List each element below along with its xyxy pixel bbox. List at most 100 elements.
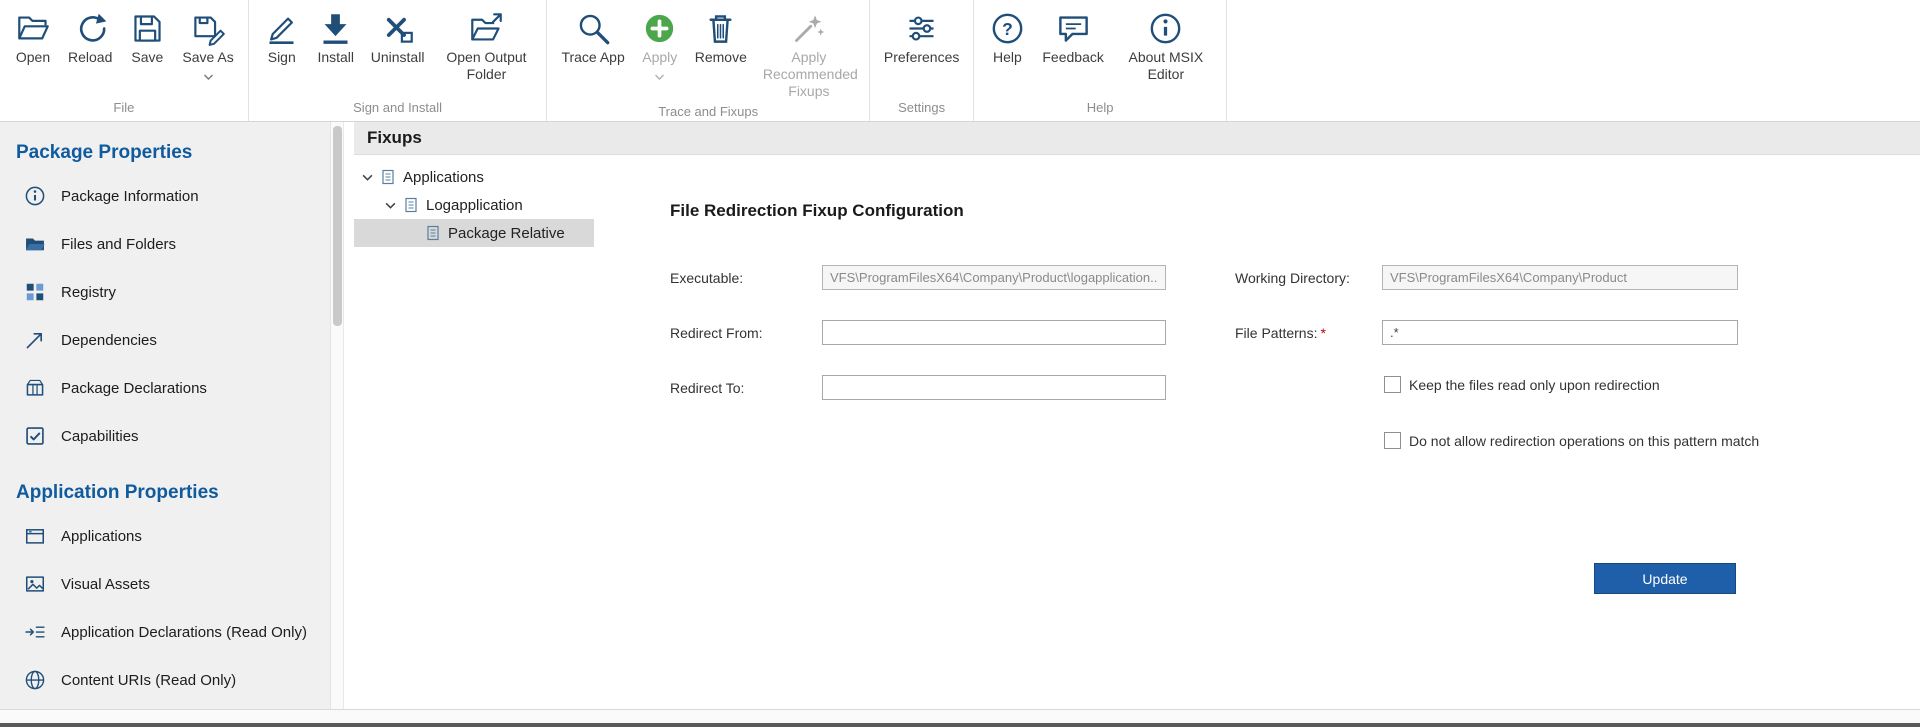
button-label: Save xyxy=(131,49,163,66)
group-label-sign-install: Sign and Install xyxy=(251,98,545,121)
ribbon-group-trace-fixups: Trace App Apply Remove xyxy=(547,0,869,121)
horizontal-scrollbar[interactable] xyxy=(0,709,1920,723)
sidebar-item-package-information[interactable]: Package Information xyxy=(16,172,330,220)
package-icon xyxy=(24,377,46,399)
about-info-icon xyxy=(1147,9,1185,47)
uninstall-x-icon xyxy=(379,9,417,47)
ribbon-group-settings: Preferences Settings xyxy=(870,0,974,121)
content-gap xyxy=(344,122,354,709)
feedback-button[interactable]: Feedback xyxy=(1034,7,1111,68)
button-label: Sign xyxy=(268,49,296,66)
save-as-button[interactable]: Save As xyxy=(174,7,241,87)
checkbox-label: Keep the files read only upon redirectio… xyxy=(1409,377,1660,393)
registry-icon xyxy=(24,281,46,303)
window-bottom-edge xyxy=(0,723,1920,727)
reload-button[interactable]: Reload xyxy=(60,7,120,68)
tree-item-label: Package Relative xyxy=(448,225,565,242)
save-button[interactable]: Save xyxy=(120,7,174,68)
button-label: Apply xyxy=(642,49,677,66)
sign-button[interactable]: Sign xyxy=(255,7,309,68)
tree-item-package-relative[interactable]: Package Relative xyxy=(354,219,594,247)
sidebar-item-label: Files and Folders xyxy=(61,236,176,253)
checkbox-box[interactable] xyxy=(1384,376,1401,393)
sidebar-item-content-uris[interactable]: Content URIs (Read Only) xyxy=(16,656,330,704)
fixups-tree: Applications Logapplication xyxy=(354,155,594,709)
tree-item-applications[interactable]: Applications xyxy=(354,163,594,191)
button-label: Preferences xyxy=(884,49,959,66)
executable-input[interactable] xyxy=(822,265,1166,290)
trace-app-button[interactable]: Trace App xyxy=(553,7,632,68)
scrollbar-thumb[interactable] xyxy=(333,126,342,326)
button-label: Install xyxy=(317,49,354,66)
button-label: About MSIX Editor xyxy=(1120,49,1212,83)
apply-button[interactable]: Apply xyxy=(633,7,687,87)
file-patterns-input[interactable] xyxy=(1382,320,1738,345)
sidebar-item-capabilities[interactable]: Capabilities xyxy=(16,412,330,460)
button-label: Uninstall xyxy=(371,49,425,66)
apply-plus-icon xyxy=(641,9,679,47)
ribbon-group-file: Open Reload Save xyxy=(0,0,249,121)
redirect-to-input[interactable] xyxy=(822,375,1166,400)
open-button[interactable]: Open xyxy=(6,7,60,68)
sliders-icon xyxy=(903,9,941,47)
globe-icon xyxy=(24,669,46,691)
chevron-down-icon[interactable] xyxy=(362,174,377,181)
working-directory-input[interactable] xyxy=(1382,265,1738,290)
sidebar-item-visual-assets[interactable]: Visual Assets xyxy=(16,560,330,608)
required-asterisk: * xyxy=(1320,325,1325,341)
sidebar-item-applications[interactable]: Applications xyxy=(16,512,330,560)
keep-read-only-checkbox[interactable]: Keep the files read only upon redirectio… xyxy=(1384,376,1660,393)
panel-title: Fixups xyxy=(354,122,1920,155)
sidebar-item-files-and-folders[interactable]: Files and Folders xyxy=(16,220,330,268)
group-label-settings: Settings xyxy=(872,98,971,121)
info-icon xyxy=(24,185,46,207)
sidebar-item-label: Visual Assets xyxy=(61,576,150,593)
preferences-button[interactable]: Preferences xyxy=(876,7,967,68)
checkbox-box[interactable] xyxy=(1384,432,1401,449)
update-button[interactable]: Update xyxy=(1594,563,1736,594)
redirect-from-label: Redirect From: xyxy=(670,325,763,341)
sidebar-scrollbar[interactable] xyxy=(330,122,344,709)
chevron-down-icon[interactable] xyxy=(385,202,400,209)
sidebar-section-application-properties: Application Properties xyxy=(16,482,330,504)
document-icon xyxy=(403,197,419,213)
sidebar-item-dependencies[interactable]: Dependencies xyxy=(16,316,330,364)
tree-item-logapplication[interactable]: Logapplication xyxy=(354,191,594,219)
no-redirect-operations-checkbox[interactable]: Do not allow redirection operations on t… xyxy=(1384,432,1759,449)
sidebar-item-application-declarations[interactable]: Application Declarations (Read Only) xyxy=(16,608,330,656)
sidebar-item-label: Application Declarations (Read Only) xyxy=(61,624,307,641)
button-label: Reload xyxy=(68,49,112,66)
arrow-list-icon xyxy=(24,621,46,643)
install-arrow-icon xyxy=(317,9,355,47)
uninstall-button[interactable]: Uninstall xyxy=(363,7,433,68)
sidebar-item-label: Package Information xyxy=(61,188,199,205)
form-title: File Redirection Fixup Configuration xyxy=(670,201,964,221)
redirect-to-label: Redirect To: xyxy=(670,380,744,396)
about-msix-editor-button[interactable]: About MSIX Editor xyxy=(1112,7,1220,85)
msix-editor-window: Open Reload Save xyxy=(0,0,1920,727)
ribbon-group-help: ? Help Feedback About MSIX Editor xyxy=(974,0,1226,121)
sidebar-item-package-declarations[interactable]: Package Declarations xyxy=(16,364,330,412)
button-label: Open xyxy=(16,49,50,66)
document-icon xyxy=(425,225,441,241)
sidebar-item-label: Registry xyxy=(61,284,116,301)
group-label-help: Help xyxy=(976,98,1223,121)
apply-recommended-fixups-button[interactable]: Apply Recommended Fixups xyxy=(755,7,863,102)
redirect-from-input[interactable] xyxy=(822,320,1166,345)
install-button[interactable]: Install xyxy=(309,7,363,68)
ribbon-group-sign-install: Sign Install Uninstall xyxy=(249,0,548,121)
remove-button[interactable]: Remove xyxy=(687,7,755,68)
feedback-bubble-icon xyxy=(1054,9,1092,47)
open-output-folder-button[interactable]: Open Output Folder xyxy=(432,7,540,85)
tree-item-label: Logapplication xyxy=(426,197,523,214)
folder-icon xyxy=(24,233,46,255)
dropdown-chevron-icon[interactable] xyxy=(654,67,665,85)
save-icon xyxy=(128,9,166,47)
help-button[interactable]: ? Help xyxy=(980,7,1034,68)
sidebar-item-registry[interactable]: Registry xyxy=(16,268,330,316)
trace-app-magnifier-icon xyxy=(574,9,612,47)
dropdown-chevron-icon[interactable] xyxy=(203,67,214,85)
app-window-icon xyxy=(24,525,46,547)
sidebar-item-label: Package Declarations xyxy=(61,380,207,397)
sidebar-item-label: Capabilities xyxy=(61,428,139,445)
